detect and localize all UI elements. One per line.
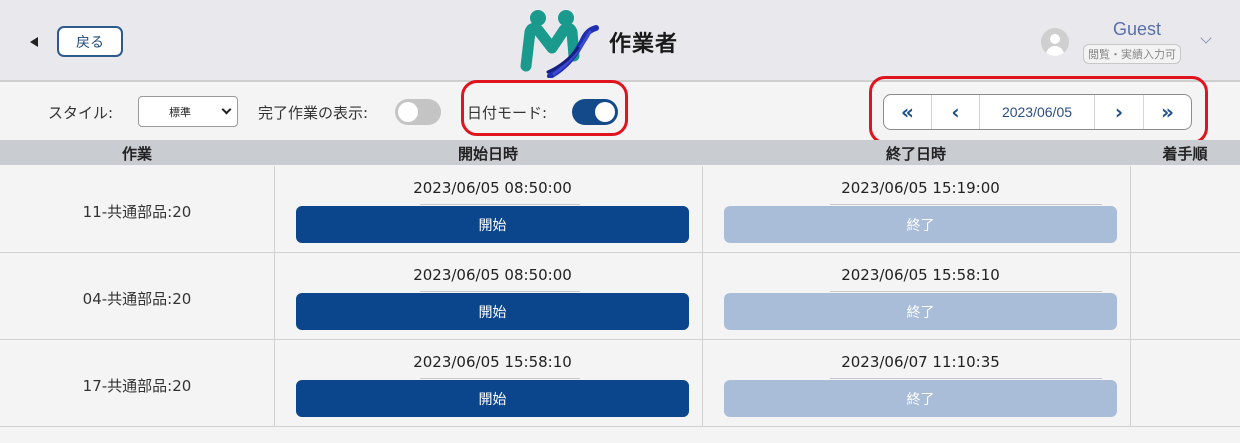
end-datetime: 2023/06/05 15:19:00 xyxy=(841,179,1000,197)
start-datetime: 2023/06/05 15:58:10 xyxy=(413,353,572,371)
table-row: 04-共通部品:20 2023/06/05 08:50:00 開始 2023/0… xyxy=(0,253,1240,340)
col-end: 終了日時 xyxy=(885,145,946,163)
start-button[interactable]: 開始 xyxy=(296,293,689,330)
task-name: 11-共通部品:20 xyxy=(82,203,192,221)
style-select[interactable]: 標準 xyxy=(138,96,238,127)
date-mode-toggle[interactable] xyxy=(572,99,618,125)
style-label: スタイル: xyxy=(48,104,114,122)
end-datetime: 2023/06/05 15:58:10 xyxy=(841,266,1000,284)
back-button[interactable]: 戻る xyxy=(57,26,123,57)
user-role-badge: 閲覧・実績入力可 xyxy=(1083,44,1181,64)
page-title: 作業者 xyxy=(609,32,679,57)
back-arrow-icon[interactable] xyxy=(30,37,38,47)
task-name: 17-共通部品:20 xyxy=(82,377,192,395)
app-logo xyxy=(520,10,599,78)
task-name: 04-共通部品:20 xyxy=(82,290,192,308)
next-date-icon[interactable]: › xyxy=(1095,95,1143,129)
date-mode-label: 日付モード: xyxy=(467,104,548,122)
first-page-icon[interactable]: « xyxy=(884,95,932,129)
end-button[interactable]: 終了 xyxy=(724,380,1117,417)
style-select-value: 標準 xyxy=(169,105,191,119)
col-order: 着手順 xyxy=(1162,145,1208,163)
start-datetime: 2023/06/05 08:50:00 xyxy=(413,179,572,197)
table-header: 作業 開始日時 終了日時 着手順 xyxy=(0,140,1240,165)
table-row: 17-共通部品:20 2023/06/05 15:58:10 開始 2023/0… xyxy=(0,340,1240,427)
current-date[interactable]: 2023/06/05 xyxy=(980,95,1095,129)
user-avatar-icon[interactable] xyxy=(1041,28,1069,56)
user-name[interactable]: Guest xyxy=(1085,19,1189,40)
date-navigator: « ‹ 2023/06/05 › » xyxy=(883,94,1192,130)
end-button[interactable]: 終了 xyxy=(724,293,1117,330)
toolbar: スタイル: 標準 完了作業の表示: 日付モード: « ‹ 2023/06/05 … xyxy=(0,76,1240,144)
start-datetime: 2023/06/05 08:50:00 xyxy=(413,266,572,284)
show-completed-label: 完了作業の表示: xyxy=(258,104,369,122)
chevron-down-icon[interactable] xyxy=(1200,32,1212,44)
prev-date-icon[interactable]: ‹ xyxy=(932,95,980,129)
start-button[interactable]: 開始 xyxy=(296,380,689,417)
end-datetime: 2023/06/07 11:10:35 xyxy=(841,353,1000,371)
last-page-icon[interactable]: » xyxy=(1143,95,1191,129)
app-header: 戻る 作業者 Guest 閲覧・実績入力可 xyxy=(0,0,1240,82)
end-button[interactable]: 終了 xyxy=(724,206,1117,243)
col-task: 作業 xyxy=(121,145,152,163)
col-start: 開始日時 xyxy=(457,145,518,163)
show-completed-toggle[interactable] xyxy=(395,99,441,125)
table-row: 11-共通部品:20 2023/06/05 08:50:00 開始 2023/0… xyxy=(0,166,1240,253)
chevron-down-icon xyxy=(221,104,232,115)
start-button[interactable]: 開始 xyxy=(296,206,689,243)
